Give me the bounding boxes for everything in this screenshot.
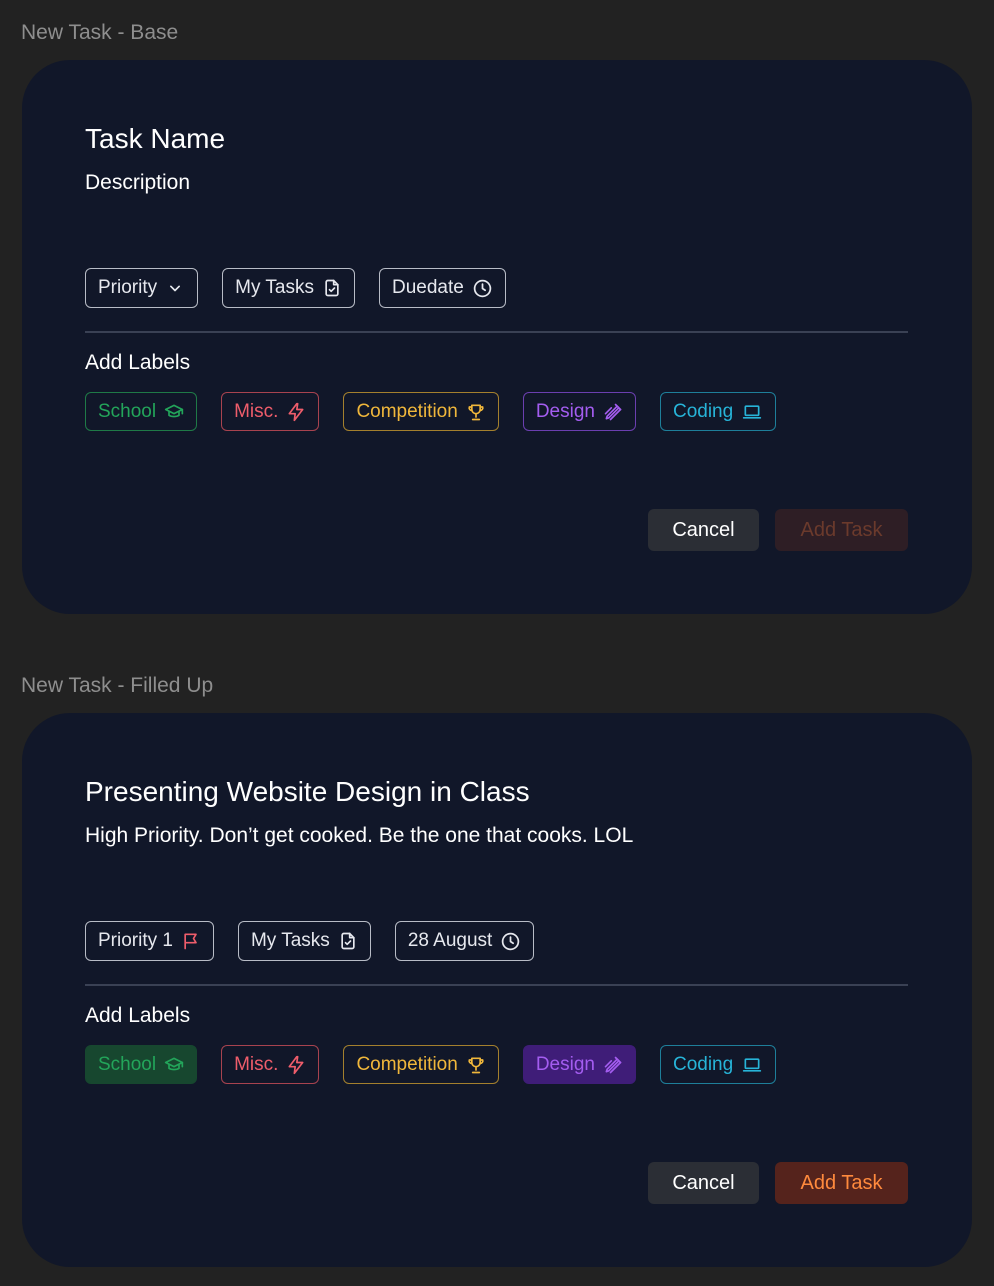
label-school[interactable]: School xyxy=(85,392,198,431)
label-competition[interactable]: Competition xyxy=(343,1045,499,1084)
label-misc[interactable]: Misc. xyxy=(221,1045,320,1084)
labels-row: School Misc. Competition Design Coding xyxy=(85,392,777,431)
frame-label-filled: New Task - Filled Up xyxy=(21,674,214,697)
label-misc[interactable]: Misc. xyxy=(221,392,320,431)
divider xyxy=(85,984,908,986)
laptop-icon xyxy=(741,1055,763,1075)
divider xyxy=(85,331,908,333)
project-label: My Tasks xyxy=(250,930,330,951)
new-task-card-base: Task Name Description Priority My Tasks … xyxy=(22,60,972,614)
task-meta-row: Priority 1 My Tasks 28 August xyxy=(85,921,535,961)
label-school[interactable]: School xyxy=(85,1045,198,1084)
labels-row: School Misc. Competition Design Coding xyxy=(85,1045,777,1084)
project-selector[interactable]: My Tasks xyxy=(222,268,355,308)
task-name-input[interactable]: Presenting Website Design in Class xyxy=(85,776,530,808)
clock-icon xyxy=(472,278,493,299)
duedate-picker[interactable]: Duedate xyxy=(378,268,506,308)
clock-icon xyxy=(500,931,521,952)
label-text: Misc. xyxy=(234,1053,279,1075)
priority-dropdown[interactable]: Priority xyxy=(85,268,199,308)
add-labels-heading: Add Labels xyxy=(85,1004,191,1027)
duedate-picker[interactable]: 28 August xyxy=(394,921,535,961)
trophy-icon xyxy=(466,402,486,422)
label-text: School xyxy=(98,400,157,422)
add-task-button[interactable]: Add Task xyxy=(775,509,908,551)
graduation-cap-icon xyxy=(164,402,184,422)
cancel-button[interactable]: Cancel xyxy=(648,1162,759,1204)
task-description-input[interactable]: Description xyxy=(85,171,190,194)
pencil-ruler-icon xyxy=(603,402,623,422)
file-check-icon xyxy=(338,931,358,951)
label-text: Design xyxy=(535,1053,595,1075)
label-text: Coding xyxy=(672,400,734,422)
action-buttons: Cancel Add Task xyxy=(648,509,908,551)
task-meta-row: Priority My Tasks Duedate xyxy=(85,268,506,308)
trophy-icon xyxy=(466,1055,486,1075)
add-task-button[interactable]: Add Task xyxy=(775,1162,908,1204)
duedate-label: Duedate xyxy=(391,277,464,298)
label-competition[interactable]: Competition xyxy=(343,392,499,431)
priority-label: Priority 1 xyxy=(98,930,173,951)
frame-label-base: New Task - Base xyxy=(21,21,179,44)
cancel-button[interactable]: Cancel xyxy=(648,509,759,551)
label-text: Competition xyxy=(356,400,458,422)
flag-icon xyxy=(181,931,201,951)
lightning-icon xyxy=(286,402,306,422)
file-check-icon xyxy=(322,278,342,298)
lightning-icon xyxy=(286,1055,306,1075)
graduation-cap-icon xyxy=(164,1055,184,1075)
add-labels-heading: Add Labels xyxy=(85,351,191,374)
label-text: Coding xyxy=(672,1053,734,1075)
label-text: School xyxy=(98,1053,157,1075)
action-buttons: Cancel Add Task xyxy=(648,1162,908,1204)
chevron-down-icon xyxy=(165,278,185,298)
pencil-ruler-icon xyxy=(603,1055,623,1075)
project-label: My Tasks xyxy=(235,277,314,298)
label-text: Competition xyxy=(356,1053,458,1075)
project-selector[interactable]: My Tasks xyxy=(237,921,371,961)
priority-dropdown[interactable]: Priority 1 xyxy=(85,921,214,961)
label-coding[interactable]: Coding xyxy=(659,1045,777,1084)
new-task-card-filled: Presenting Website Design in Class High … xyxy=(22,713,972,1267)
label-text: Design xyxy=(535,400,595,422)
label-design[interactable]: Design xyxy=(522,392,636,431)
label-design[interactable]: Design xyxy=(522,1045,636,1084)
duedate-label: 28 August xyxy=(407,930,493,951)
priority-label: Priority xyxy=(98,277,158,298)
label-coding[interactable]: Coding xyxy=(659,392,777,431)
task-name-input[interactable]: Task Name xyxy=(85,123,225,155)
laptop-icon xyxy=(741,402,763,422)
task-description-input[interactable]: High Priority. Don’t get cooked. Be the … xyxy=(85,824,633,847)
label-text: Misc. xyxy=(234,400,279,422)
